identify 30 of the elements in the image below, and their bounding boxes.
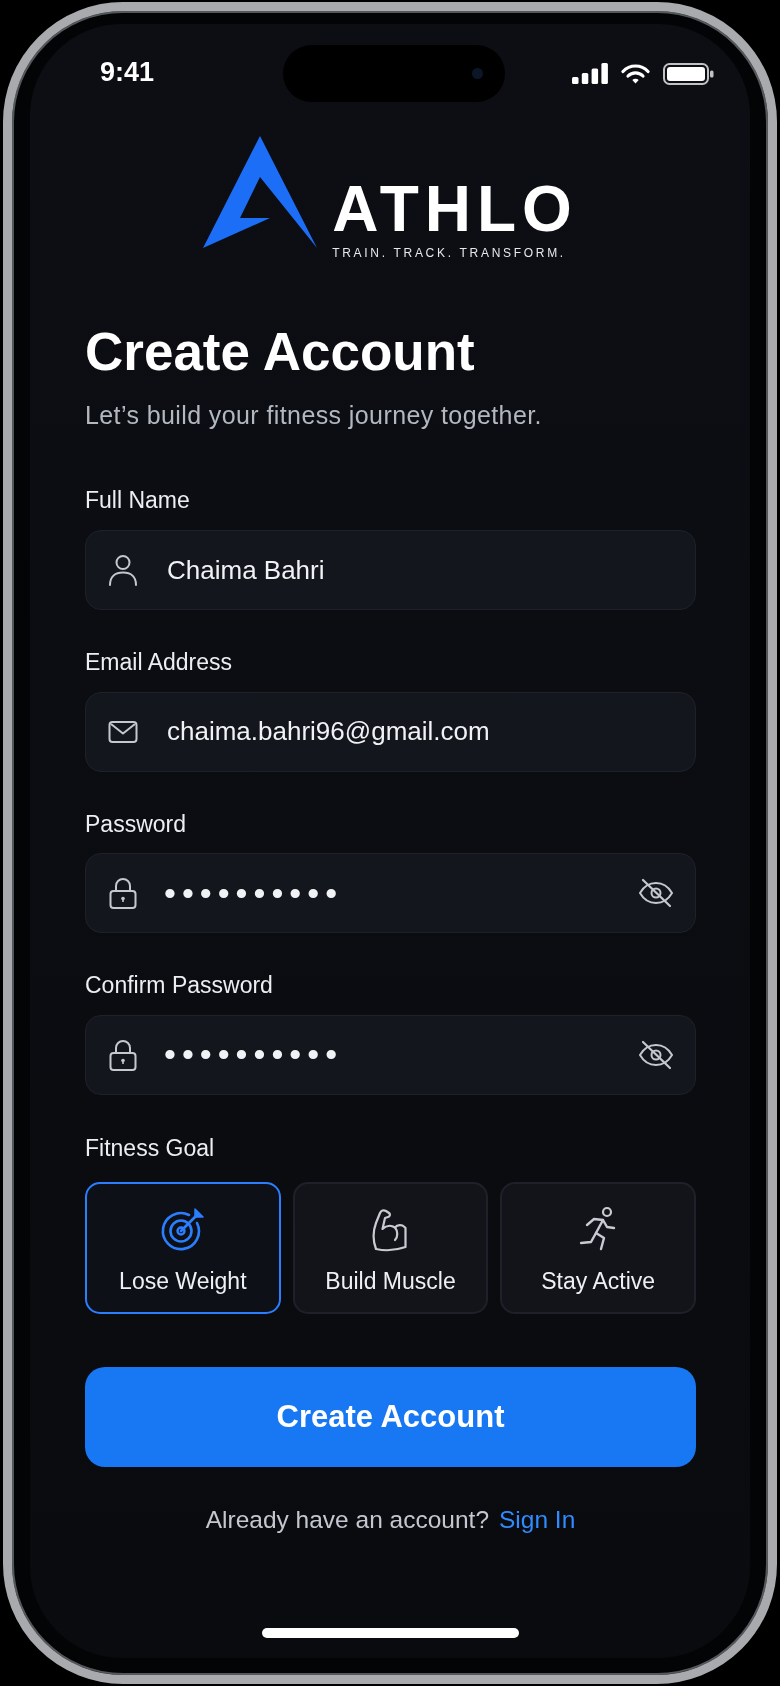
fitness-goal-label: Fitness Goal xyxy=(85,1134,215,1163)
eye-slash-icon[interactable] xyxy=(638,1039,674,1070)
sign-in-prompt: Already have an account? xyxy=(205,1505,489,1536)
target-icon xyxy=(159,1206,206,1253)
goal-option[interactable]: Build Muscle xyxy=(292,1182,489,1315)
lock-icon xyxy=(108,877,138,910)
logo-wordmark: ATHLO xyxy=(332,177,578,241)
password-field[interactable]: •••••••••• xyxy=(85,853,696,934)
field-label: Password xyxy=(85,810,186,839)
wifi-icon xyxy=(621,63,650,84)
page-title: Create Account xyxy=(85,321,475,384)
logo-mark-icon xyxy=(203,136,318,248)
goal-option[interactable]: Lose Weight xyxy=(85,1182,281,1315)
signal-icon xyxy=(572,63,608,84)
password-field[interactable]: •••••••••• xyxy=(85,1014,696,1095)
name-field[interactable]: Chaima Bahri xyxy=(85,530,696,611)
create-account-button[interactable]: Create Account xyxy=(85,1367,696,1468)
page-subtitle: Let’s build your fitness journey together. xyxy=(85,400,542,431)
status-time: 9:41 xyxy=(100,57,155,87)
goal-option[interactable]: Stay Active xyxy=(500,1182,696,1315)
person-icon xyxy=(108,554,138,587)
lock-icon xyxy=(108,1038,138,1071)
field-label: Full Name xyxy=(85,487,190,516)
eye-slash-icon[interactable] xyxy=(638,878,674,909)
field-label: Email Address xyxy=(85,649,232,677)
logo-tagline: TRAIN. TRACK. TRANSFORM. xyxy=(332,246,567,261)
battery-icon xyxy=(663,62,714,85)
sign-in-link[interactable]: Sign In xyxy=(499,1504,576,1537)
field-label: Confirm Password xyxy=(85,972,273,1000)
email-field[interactable]: chaima.bahri96@gmail.com xyxy=(85,691,696,772)
